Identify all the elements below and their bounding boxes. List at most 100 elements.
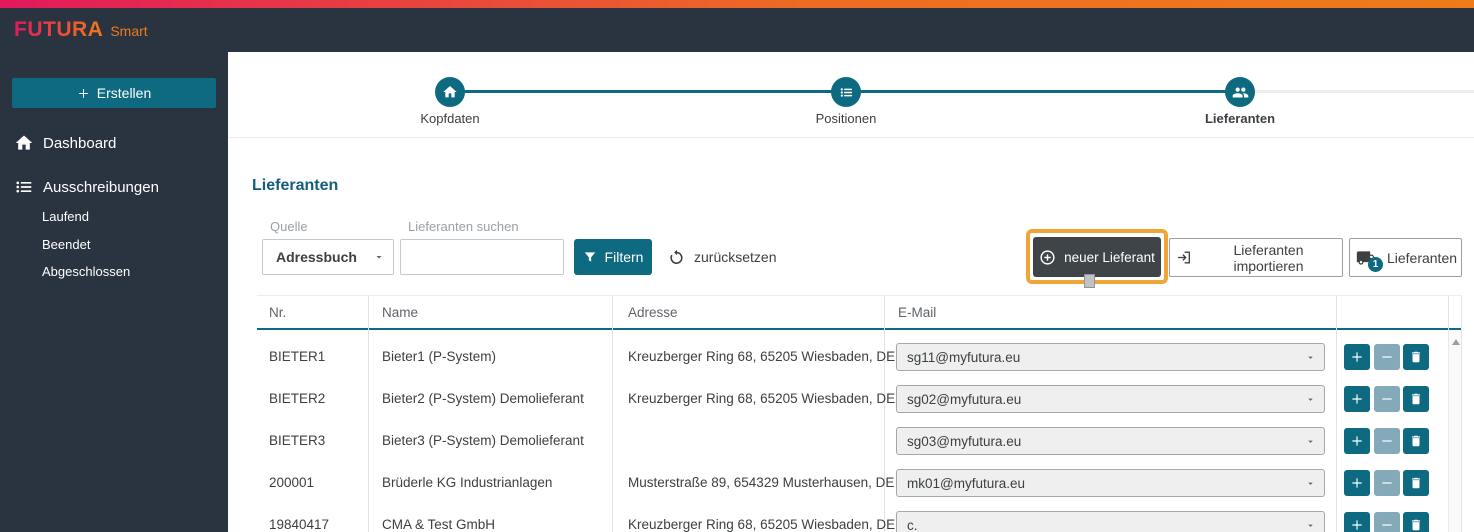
- scrollbar-up-arrow[interactable]: [1452, 339, 1460, 345]
- create-button[interactable]: Erstellen: [12, 78, 216, 108]
- minus-icon: [1380, 392, 1394, 406]
- plus-icon: [1350, 476, 1364, 490]
- table-row: BIETER2 Bieter2 (P-System) Demolieferant…: [257, 378, 1448, 420]
- column-header-name: Name: [382, 296, 418, 329]
- add-contact-button[interactable]: [1344, 386, 1370, 412]
- remove-contact-button[interactable]: [1374, 428, 1400, 454]
- cell-nr: BIETER3: [269, 420, 325, 462]
- step-label-positionen[interactable]: Positionen: [766, 111, 926, 126]
- chevron-down-icon: [1305, 352, 1316, 363]
- chevron-down-icon: [1305, 436, 1316, 447]
- delete-supplier-button[interactable]: [1403, 512, 1429, 532]
- cell-adresse: Kreuzberger Ring 68, 65205 Wiesbaden, DE: [628, 378, 895, 420]
- add-contact-button[interactable]: [1344, 512, 1370, 532]
- trash-icon: [1409, 476, 1423, 490]
- sidebar-subitem-beendet[interactable]: Beendet: [42, 232, 90, 256]
- email-select[interactable]: sg02@myfutura.eu: [896, 385, 1325, 413]
- trash-icon: [1409, 392, 1423, 406]
- email-select[interactable]: sg11@myfutura.eu: [896, 343, 1325, 371]
- add-contact-button[interactable]: [1344, 470, 1370, 496]
- cell-adresse: Musterstraße 89, 654329 Musterhausen, DE: [628, 462, 894, 504]
- cell-name: CMA & Test GmbH: [382, 504, 495, 532]
- search-input[interactable]: [400, 239, 564, 275]
- filter-button-label: Filtern: [605, 249, 644, 265]
- stepper-connector-inactive: [1240, 90, 1474, 93]
- reset-button[interactable]: zurücksetzen: [662, 239, 782, 275]
- column-header-adresse: Adresse: [628, 296, 678, 329]
- step-kopfdaten[interactable]: [435, 77, 465, 107]
- column-divider: [1448, 296, 1449, 330]
- email-select[interactable]: mk01@myfutura.eu: [896, 469, 1325, 497]
- truck-icon-wrap: 1: [1354, 248, 1378, 268]
- remove-contact-button[interactable]: [1374, 470, 1400, 496]
- table-row: BIETER3 Bieter3 (P-System) Demolieferant…: [257, 420, 1448, 462]
- step-label-lieferanten[interactable]: Lieferanten: [1160, 111, 1320, 126]
- sidebar-item-dashboard[interactable]: Dashboard: [0, 128, 228, 158]
- new-supplier-label: neuer Lieferant: [1064, 250, 1155, 265]
- import-suppliers-button[interactable]: Lieferanten importieren: [1169, 238, 1343, 277]
- minus-icon: [1380, 518, 1394, 532]
- sidebar-subitem-abgeschlossen[interactable]: Abgeschlossen: [42, 259, 130, 283]
- table-scrollbar[interactable]: [1448, 330, 1461, 532]
- app-window: FUTURA Smart Erstellen Dashboard Ausschr…: [0, 0, 1474, 532]
- delete-supplier-button[interactable]: [1403, 470, 1429, 496]
- email-select-value: sg11@myfutura.eu: [907, 350, 1020, 365]
- brand-logo: FUTURA Smart: [14, 18, 148, 42]
- minus-icon: [1380, 350, 1394, 364]
- cursor-artifact: [1084, 274, 1095, 288]
- source-select[interactable]: Adressbuch: [262, 239, 394, 275]
- home-icon: [442, 84, 458, 100]
- stepper-connector: [846, 90, 1240, 93]
- remove-contact-button[interactable]: [1374, 344, 1400, 370]
- people-icon: [1232, 84, 1249, 101]
- chevron-down-icon: [373, 251, 385, 263]
- cell-nr: BIETER1: [269, 336, 325, 378]
- sidebar-subitem-laufend[interactable]: Laufend: [42, 204, 89, 228]
- brand-suffix: Smart: [110, 19, 147, 39]
- chevron-down-icon: [1305, 394, 1316, 405]
- step-positionen[interactable]: [831, 77, 861, 107]
- cell-nr: 200001: [269, 462, 314, 504]
- add-contact-button[interactable]: [1344, 344, 1370, 370]
- email-select[interactable]: c.: [896, 511, 1325, 532]
- trash-icon: [1409, 350, 1423, 364]
- cell-name: Bieter3 (P-System) Demolieferant: [382, 420, 584, 462]
- filter-button[interactable]: Filtern: [574, 239, 652, 275]
- delete-supplier-button[interactable]: [1403, 428, 1429, 454]
- chevron-down-icon: [1305, 520, 1316, 531]
- reset-button-label: zurücksetzen: [694, 249, 776, 265]
- list-icon: [14, 177, 34, 197]
- remove-contact-button[interactable]: [1374, 386, 1400, 412]
- undo-icon: [668, 249, 685, 266]
- divider: [228, 137, 1474, 138]
- sidebar-item-ausschreibungen[interactable]: Ausschreibungen: [0, 172, 228, 202]
- import-icon: [1176, 249, 1192, 266]
- add-contact-button[interactable]: [1344, 428, 1370, 454]
- source-label: Quelle: [270, 219, 308, 234]
- trash-icon: [1409, 434, 1423, 448]
- sidebar-item-label: Dashboard: [43, 135, 116, 152]
- search-label: Lieferanten suchen: [408, 219, 519, 234]
- plus-icon: [1350, 518, 1364, 532]
- minus-icon: [1380, 476, 1394, 490]
- cell-name: Bieter1 (P-System): [382, 336, 496, 378]
- email-select-value: sg02@myfutura.eu: [907, 392, 1021, 407]
- plus-icon: [1350, 434, 1364, 448]
- step-label-kopfdaten[interactable]: Kopfdaten: [370, 111, 530, 126]
- import-button-label: Lieferanten importieren: [1201, 242, 1336, 274]
- email-select-value: mk01@myfutura.eu: [907, 476, 1025, 491]
- delete-supplier-button[interactable]: [1403, 344, 1429, 370]
- suppliers-cart-button[interactable]: 1 Lieferanten: [1349, 238, 1462, 277]
- delete-supplier-button[interactable]: [1403, 386, 1429, 412]
- table-row: 200001 Brüderle KG Industrianlagen Muste…: [257, 462, 1448, 504]
- table-header-underline: [257, 328, 1462, 330]
- sidebar: [0, 52, 228, 532]
- remove-contact-button[interactable]: [1374, 512, 1400, 532]
- step-lieferanten[interactable]: [1225, 77, 1255, 107]
- email-select[interactable]: sg03@myfutura.eu: [896, 427, 1325, 455]
- new-supplier-button[interactable]: neuer Lieferant: [1033, 237, 1161, 277]
- app-header: FUTURA Smart: [0, 8, 1474, 52]
- suppliers-count-badge: 1: [1368, 257, 1383, 272]
- table-right-border: [1461, 296, 1462, 532]
- cell-adresse: Kreuzberger Ring 68, 65205 Wiesbaden, DE: [628, 336, 895, 378]
